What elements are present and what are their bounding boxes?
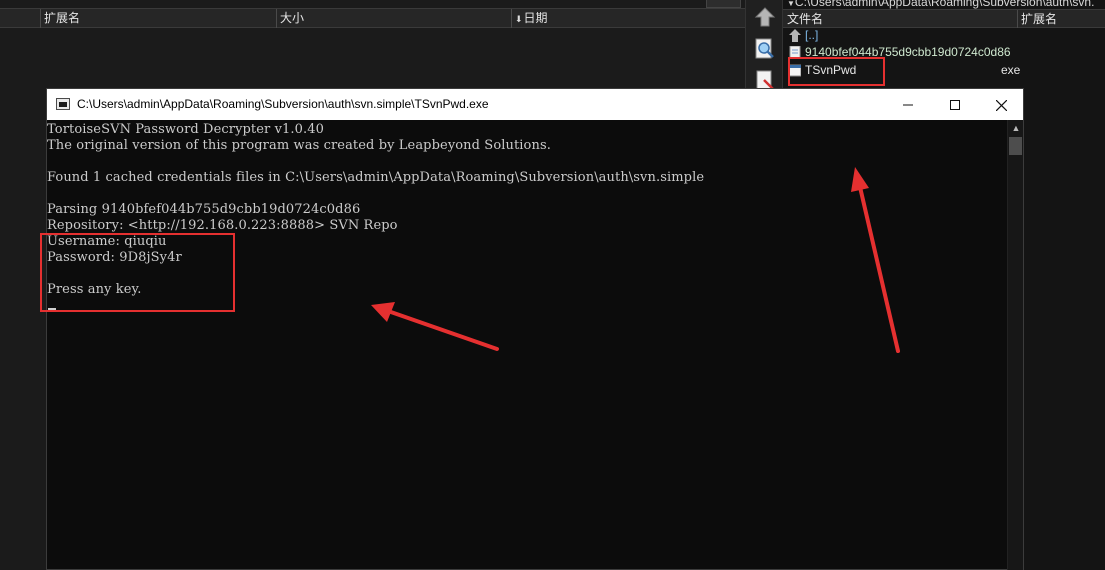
column-size[interactable]: 大小 [276,9,511,28]
close-button[interactable] [978,89,1024,120]
console-line: Found 1 cached credentials files in C:\U… [47,170,705,185]
scroll-up-arrow-icon[interactable]: ▲ [1008,120,1024,136]
console-titlebar[interactable]: C:\Users\admin\AppData\Roaming\Subversio… [47,89,1023,120]
right-column-header: 文件名 扩展名 [783,9,1105,28]
dropdown-arrow-icon: ▼ [787,0,795,8]
column-extension[interactable]: 扩展名 [40,9,276,28]
console-line: Parsing 9140bfef044b755d9cbb19d0724c0d86 [47,202,361,217]
maximize-icon [950,100,960,111]
up-arrow-icon [754,7,776,27]
console-line: Repository: <http://192.168.0.223:8888> … [47,218,398,233]
console-line: TortoiseSVN Password Decrypter v1.0.40 [47,122,324,137]
minimize-icon [903,104,913,106]
left-column-header: 扩展名 大小 ⬇日期 [0,8,745,28]
vertical-scrollbar[interactable]: ▲ [1007,120,1023,570]
column-name-stub[interactable] [0,9,40,28]
file-name: [..] [805,28,819,42]
up-dir-icon [789,29,801,42]
file-row-parent-dir[interactable]: [..] [783,27,1105,44]
column-filename[interactable]: 文件名 [783,10,1017,28]
column-date-label: 日期 [523,11,548,25]
maximize-button[interactable] [932,89,978,120]
file-extension: exe [1001,63,1021,77]
sort-arrow-icon: ⬇ [515,14,523,24]
search-button[interactable] [754,38,776,60]
credentials-highlight-box [40,233,235,312]
console-line: The original version of this program was… [47,138,551,153]
scroll-thumb[interactable] [1009,137,1022,155]
current-path[interactable]: ▼C:\Users\admin\AppData\Roaming\Subversi… [783,0,1105,9]
search-icon [755,38,774,59]
console-title: C:\Users\admin\AppData\Roaming\Subversio… [77,97,489,111]
console-app-icon [56,98,70,110]
go-up-button[interactable] [754,6,776,28]
close-icon [995,99,1007,112]
tsvnpwd-highlight-box [788,57,885,86]
console-output[interactable]: TortoiseSVN Password Decrypter v1.0.40 T… [47,120,1007,570]
current-path-text: C:\Users\admin\AppData\Roaming\Subversio… [794,0,1095,9]
minimize-button[interactable] [885,89,931,120]
console-window[interactable]: C:\Users\admin\AppData\Roaming\Subversio… [46,88,1024,570]
left-pane-toolbar-stub[interactable] [706,0,741,8]
column-extension[interactable]: 扩展名 [1017,10,1105,28]
column-date[interactable]: ⬇日期 [511,9,745,28]
